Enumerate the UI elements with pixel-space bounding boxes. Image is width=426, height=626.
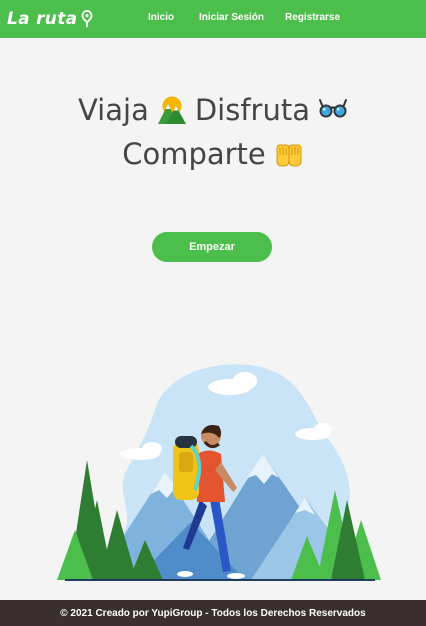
footer: © 2021 Creado por YupiGroup - Todos los … <box>0 600 426 626</box>
brand-name: La ruta <box>7 9 78 29</box>
sunglasses-emoji-icon <box>319 99 347 118</box>
hero-word-disfruta: Disfruta <box>194 93 310 127</box>
nav-link-inicio[interactable]: Inicio <box>148 12 174 23</box>
hiker-mountain-illustration <box>57 364 381 581</box>
brand-logo[interactable]: La ruta <box>7 6 93 32</box>
hero-line-2: Comparte <box>0 132 426 176</box>
mountain-emoji-icon <box>157 96 186 124</box>
navbar: La ruta Inicio Iniciar Sesión Registrars… <box>0 0 426 38</box>
nav-link-registrarse[interactable]: Registrarse <box>285 12 340 23</box>
hero-word-viaja: Viaja <box>77 93 149 127</box>
hero-word-comparte: Comparte <box>122 137 266 171</box>
footer-copyright: © 2021 Creado por YupiGroup - Todos los … <box>60 607 366 619</box>
hero-heading: Viaja Disfruta Comparte <box>0 88 426 176</box>
hero-line-1: Viaja Disfruta <box>0 88 426 132</box>
nav-link-iniciar-sesion[interactable]: Iniciar Sesión <box>199 12 264 23</box>
clapping-hands-emoji-icon <box>276 144 302 167</box>
empezar-button[interactable]: Empezar <box>152 232 272 262</box>
map-pin-icon <box>82 10 93 28</box>
